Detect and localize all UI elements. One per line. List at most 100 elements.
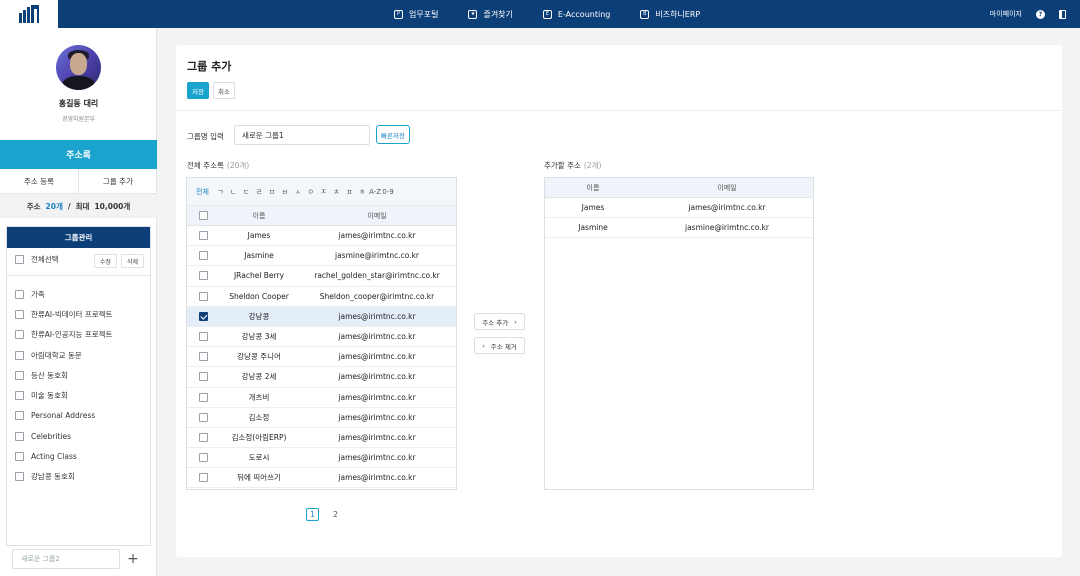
group-checkbox[interactable] — [15, 431, 24, 441]
add-address-button[interactable]: 주소 추가 › — [474, 313, 525, 330]
header-checkbox[interactable] — [198, 211, 208, 220]
table-row[interactable]: Sheldon Cooper Sheldon_cooper@irimtnc.co.… — [187, 287, 456, 307]
quick-save-button[interactable]: 빠른저장 — [376, 125, 410, 144]
alpha-filter-3[interactable]: ㄷ — [240, 187, 253, 197]
table-row[interactable]: Jasmine jasmine@irimtnc.co.kr — [545, 218, 813, 239]
row-checkbox[interactable] — [198, 332, 208, 342]
row-checkbox[interactable] — [198, 453, 208, 463]
alpha-filter-6[interactable]: ㅂ — [278, 187, 291, 197]
group-list-item[interactable]: 등산 동호회 — [15, 365, 112, 385]
remove-address-button[interactable]: ‹ 주소 제거 — [474, 337, 525, 354]
app-logo[interactable] — [0, 0, 58, 28]
alpha-filter-14[interactable]: 0-9 — [382, 188, 395, 196]
table-row[interactable]: JRachel Berry rachel_golden_star@irimtnc.… — [187, 266, 456, 287]
group-list-item[interactable]: 가족 — [15, 284, 112, 304]
table-row[interactable]: 강낭콩 2세 james@irimtnc.co.kr — [187, 367, 456, 388]
table-row[interactable]: 강낭콩 주니어 james@irimtnc.co.kr — [187, 347, 456, 368]
group-list-item[interactable]: Personal Address — [15, 406, 112, 426]
row-checkbox[interactable] — [198, 473, 208, 483]
table-row[interactable]: 뒤에 띄어쓰기 james@irimtnc.co.kr — [187, 468, 456, 489]
group-list-item[interactable]: 한류AI-빅데이터 프로젝트 — [15, 304, 112, 324]
group-checkbox[interactable] — [15, 330, 24, 340]
group-checkbox[interactable] — [15, 411, 24, 421]
row-checkbox[interactable] — [198, 412, 208, 422]
row-checkbox[interactable] — [198, 392, 208, 402]
group-label: 가족 — [31, 289, 45, 299]
group-list-item[interactable]: 미술 동호회 — [15, 385, 112, 405]
edit-group-button[interactable]: 수정 — [93, 254, 117, 268]
group-checkbox[interactable] — [15, 452, 24, 462]
alpha-filter-8[interactable]: ㅇ — [304, 187, 317, 197]
table-row[interactable]: 강낭콩 3세 james@irimtnc.co.kr — [187, 327, 456, 348]
row-checkbox[interactable] — [198, 291, 208, 301]
row-checkbox[interactable] — [198, 372, 208, 382]
alpha-filter-5[interactable]: ㅁ — [266, 187, 279, 197]
row-checkbox[interactable] — [198, 271, 208, 281]
help-icon[interactable]: ? — [1036, 9, 1045, 19]
delete-group-button[interactable]: 삭제 — [120, 254, 144, 268]
col-email-header: 이메일 — [717, 183, 737, 192]
group-checkbox[interactable] — [15, 391, 24, 401]
row-checkbox-cell — [187, 352, 219, 362]
table-row[interactable]: James james@irimtnc.co.kr — [545, 198, 813, 219]
save-button[interactable]: 저장 — [187, 82, 209, 99]
all-addresses-label: 전체 주소록 — [187, 161, 224, 170]
alpha-filter-2[interactable]: ㄴ — [227, 187, 240, 197]
alpha-filter-4[interactable]: ㄹ — [253, 187, 266, 197]
group-checkbox[interactable] — [15, 472, 24, 482]
nav-item[interactable]: P 업무포털 — [394, 9, 438, 20]
add-group-button[interactable]: + — [123, 549, 143, 569]
table-row[interactable]: 강낭콩 james@irimtnc.co.kr — [187, 306, 456, 327]
nav-item[interactable]: B 비즈하니ERP — [640, 9, 700, 20]
contact-name: 김소정(아림ERP) — [231, 432, 287, 442]
table-row[interactable]: James james@irimtnc.co.kr — [187, 226, 456, 247]
group-checkbox[interactable] — [15, 289, 24, 299]
alpha-filter-7[interactable]: ㅅ — [291, 187, 304, 197]
nav-item[interactable]: ★ 즐겨찾기 — [468, 9, 513, 20]
alpha-filter-10[interactable]: ㅊ — [330, 187, 343, 197]
alpha-filter-0[interactable]: 전체 — [196, 187, 214, 197]
row-checkbox[interactable] — [198, 352, 208, 362]
row-checkbox[interactable] — [198, 432, 208, 442]
alpha-filter-12[interactable]: ㅎ — [356, 187, 369, 197]
logout-icon[interactable] — [1059, 9, 1066, 19]
alpha-filter-9[interactable]: ㅈ — [317, 187, 330, 197]
contact-email: james@irimtnc.co.kr — [338, 372, 416, 382]
alpha-filter-1[interactable]: ㄱ — [214, 187, 227, 197]
table-row[interactable]: 개츠비 james@irimtnc.co.kr — [187, 388, 456, 408]
row-checkbox-cell — [187, 271, 219, 281]
divider — [7, 275, 150, 276]
group-list-item[interactable]: 한류AI-인공지능 프로젝트 — [15, 325, 112, 345]
tab-register-address[interactable]: 주소 등록 — [0, 169, 78, 193]
tab-add-group[interactable]: 그룹 추가 — [78, 169, 157, 193]
page-2-button[interactable]: 2 — [329, 508, 342, 521]
new-group-input[interactable]: 새로운 그룹2 — [12, 549, 120, 569]
select-all-checkbox[interactable] — [15, 255, 24, 264]
group-name-input[interactable]: 새로운 그룹1 — [234, 125, 370, 145]
group-list-item[interactable]: Celebrities — [15, 426, 112, 446]
mypage-link[interactable]: 마이페이지 — [990, 9, 1022, 19]
row-checkbox[interactable] — [198, 311, 208, 321]
select-all-groups[interactable]: 전체선택 — [15, 254, 59, 265]
table-row[interactable]: Jasmine jasmine@irimtnc.co.kr — [187, 246, 456, 267]
alpha-filter-11[interactable]: ㅍ — [343, 187, 356, 197]
group-list-item[interactable]: 아림대학교 동문 — [15, 345, 112, 365]
row-checkbox[interactable] — [198, 231, 208, 241]
alpha-filter-13[interactable]: A-Z — [369, 188, 382, 196]
group-list-item[interactable]: 강남콩 동호회 — [15, 467, 112, 487]
group-checkbox[interactable] — [15, 370, 24, 380]
cancel-button[interactable]: 취소 — [213, 82, 235, 99]
address-book-title[interactable]: 주소록 — [0, 140, 157, 169]
nav-item[interactable]: E E-Accounting — [542, 9, 610, 19]
table-header: 이름 이메일 — [187, 206, 456, 226]
table-row[interactable]: 도로시 james@irimtnc.co.kr — [187, 448, 456, 469]
group-list-item[interactable]: Acting Class — [15, 446, 112, 466]
page-1-button[interactable]: 1 — [306, 508, 319, 521]
remove-address-label: 주소 제거 — [490, 342, 517, 351]
table-row[interactable]: 김소정(아림ERP) james@irimtnc.co.kr — [187, 428, 456, 449]
nav-item-label: 비즈하니ERP — [655, 9, 701, 19]
group-checkbox[interactable] — [15, 309, 24, 319]
group-checkbox[interactable] — [15, 350, 24, 360]
table-row[interactable]: 김소정 james@irimtnc.co.kr — [187, 408, 456, 428]
row-checkbox[interactable] — [198, 251, 208, 261]
